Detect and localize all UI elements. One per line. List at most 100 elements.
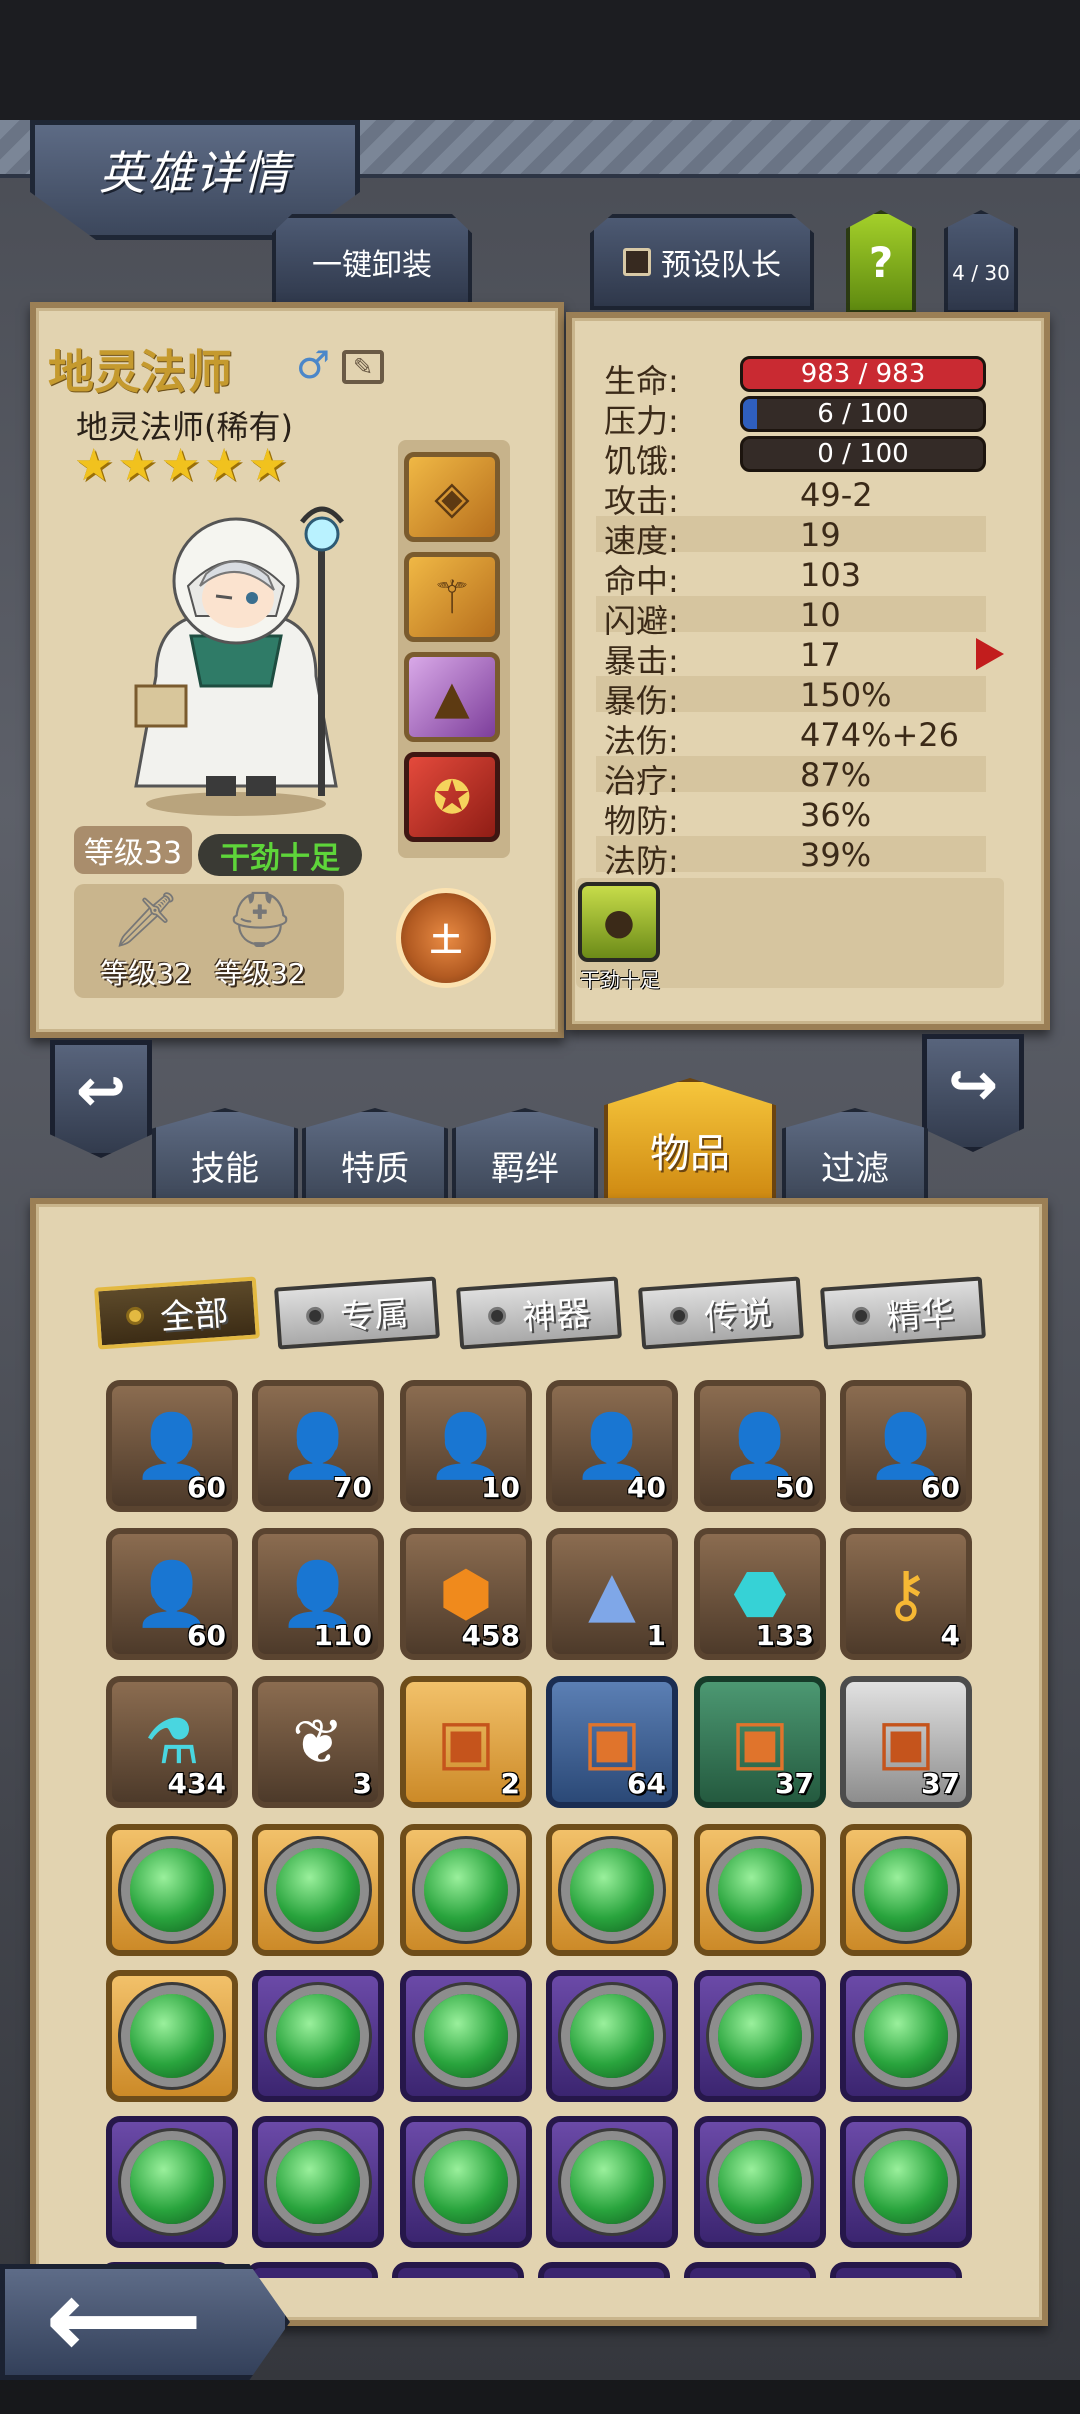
inventory-item[interactable]: ▣ 37 <box>840 1676 972 1808</box>
green-gem-icon <box>570 2140 654 2224</box>
inventory-item[interactable] <box>400 1970 532 2102</box>
next-hero-button[interactable]: ↪ <box>922 1034 1024 1152</box>
stat-row: 速度: 19 <box>596 516 986 560</box>
filter-essence[interactable]: 精华 <box>820 1276 986 1350</box>
item-count: 458 <box>461 1619 520 1652</box>
preset-leader-checkbox[interactable] <box>623 248 651 276</box>
inventory-item[interactable] <box>106 1970 238 2102</box>
crit-arrow-icon[interactable] <box>976 638 1004 670</box>
inventory-item[interactable] <box>830 2262 962 2278</box>
inventory-item[interactable] <box>252 1970 384 2102</box>
green-gem-icon <box>864 1848 948 1932</box>
star-icon: ★ <box>74 440 114 491</box>
item-count: 434 <box>167 1767 226 1800</box>
green-gem-icon <box>424 1848 508 1932</box>
inventory-item[interactable] <box>400 1824 532 1956</box>
inventory-item[interactable] <box>106 2116 238 2248</box>
inventory-item[interactable]: 👤 60 <box>106 1380 238 1512</box>
inventory-item[interactable] <box>400 2116 532 2248</box>
item-count: 64 <box>627 1767 666 1800</box>
green-gem-icon <box>570 1848 654 1932</box>
inventory-item[interactable]: ▣ 37 <box>694 1676 826 1808</box>
hero-portrait-icon: 👤 <box>573 1409 651 1482</box>
inventory-item[interactable]: ▲ 1 <box>546 1528 678 1660</box>
back-button[interactable]: ⟵ <box>0 2264 290 2380</box>
inventory-item[interactable] <box>538 2262 670 2278</box>
inventory-item[interactable]: ⚗ 434 <box>106 1676 238 1808</box>
stat-row: 命中: 103 <box>596 556 986 600</box>
hero-level: 等级33 <box>74 826 192 874</box>
inventory-item[interactable] <box>840 2116 972 2248</box>
item-count: 133 <box>755 1619 814 1652</box>
help-button[interactable]: ? <box>846 210 916 314</box>
hero-portrait-icon: 👤 <box>427 1409 505 1482</box>
inventory-item[interactable]: 👤 40 <box>546 1380 678 1512</box>
stat-row: 物防: 36% <box>596 796 986 840</box>
inventory-item[interactable]: ⚷ 4 <box>840 1528 972 1660</box>
weapon-level: 等级32 <box>100 957 192 990</box>
inventory-item[interactable]: 👤 60 <box>840 1380 972 1512</box>
inventory-item[interactable]: ▣ 2 <box>400 1676 532 1808</box>
filter-all[interactable]: 全部 <box>94 1276 260 1350</box>
inventory-item[interactable]: ▣ 64 <box>546 1676 678 1808</box>
item-count: 60 <box>187 1619 226 1652</box>
treasure-chest-icon: ▣ <box>876 1705 936 1778</box>
inventory-item[interactable]: 👤 50 <box>694 1380 826 1512</box>
inventory-item[interactable] <box>694 1970 826 2102</box>
tab-label: 技能 <box>191 1148 259 1189</box>
stress-value: 6 / 100 <box>817 399 909 429</box>
hero-portrait[interactable] <box>96 486 386 816</box>
green-gem-icon <box>130 1994 214 2078</box>
unequip-all-button[interactable]: 一键卸装 <box>272 214 472 310</box>
inventory-item[interactable] <box>694 2116 826 2248</box>
inventory-item[interactable] <box>392 2262 524 2278</box>
inventory-item[interactable] <box>252 1824 384 1956</box>
inventory-item[interactable] <box>840 1970 972 2102</box>
inventory-item[interactable] <box>546 2116 678 2248</box>
staff-icon: ⚚ <box>431 570 473 624</box>
inventory-item[interactable]: 👤 10 <box>400 1380 532 1512</box>
team-count-button[interactable]: 4 / 30 <box>944 210 1018 314</box>
green-gem-icon <box>276 1848 360 1932</box>
inventory-item[interactable]: 👤 110 <box>252 1528 384 1660</box>
inventory-item[interactable] <box>546 1824 678 1956</box>
inventory-item[interactable] <box>840 1824 972 1956</box>
status-effect-label: 干劲十足 <box>580 968 660 992</box>
green-gem-icon <box>718 2140 802 2224</box>
inventory-item[interactable]: 👤 70 <box>252 1380 384 1512</box>
inventory-item[interactable]: ⬢ 458 <box>400 1528 532 1660</box>
equip-slot-hat[interactable]: ▲ <box>404 652 500 742</box>
inventory-item[interactable] <box>246 2262 378 2278</box>
inventory-item[interactable]: ❦ 3 <box>252 1676 384 1808</box>
equip-slot-belt[interactable]: ◈ <box>404 452 500 542</box>
helmet-icon: ⛑ <box>225 888 295 951</box>
status-effect-icon[interactable]: ● <box>578 882 660 962</box>
equip-slot-helmet[interactable]: ✪ <box>404 752 500 842</box>
equip-slot-staff[interactable]: ⚚ <box>404 552 500 642</box>
earth-element-icon[interactable]: 土 <box>396 888 496 988</box>
filter-exclusive[interactable]: 专属 <box>274 1276 440 1350</box>
prev-hero-button[interactable]: ↩ <box>50 1040 152 1158</box>
inventory-item[interactable]: 👤 60 <box>106 1528 238 1660</box>
status-bar-area <box>0 0 1080 120</box>
stat-row: 治疗: 87% <box>596 756 986 800</box>
hero-portrait-icon: 👤 <box>133 1409 211 1482</box>
hero-state: 干劲十足 <box>198 834 362 876</box>
belt-icon: ◈ <box>434 470 470 524</box>
inventory-item[interactable] <box>694 1824 826 1956</box>
filter-legend[interactable]: 传说 <box>638 1276 804 1350</box>
item-count: 70 <box>333 1471 372 1504</box>
green-gem-icon <box>130 2140 214 2224</box>
inventory-item[interactable] <box>684 2262 816 2278</box>
preset-leader-button[interactable]: 预设队长 <box>590 214 814 310</box>
star-rating: ★ ★ ★ ★ ★ <box>74 444 287 488</box>
edit-name-icon[interactable]: ✎ <box>342 350 384 384</box>
inventory-item[interactable] <box>546 1970 678 2102</box>
green-gem-icon <box>570 1994 654 2078</box>
filter-artifact[interactable]: 神器 <box>456 1276 622 1350</box>
inventory-item[interactable] <box>106 1824 238 1956</box>
weapon-slot[interactable]: 🗡 等级32 <box>86 888 206 998</box>
inventory-item[interactable]: ⬣ 133 <box>694 1528 826 1660</box>
armor-slot[interactable]: ⛑ 等级32 <box>200 888 320 998</box>
inventory-item[interactable] <box>252 2116 384 2248</box>
